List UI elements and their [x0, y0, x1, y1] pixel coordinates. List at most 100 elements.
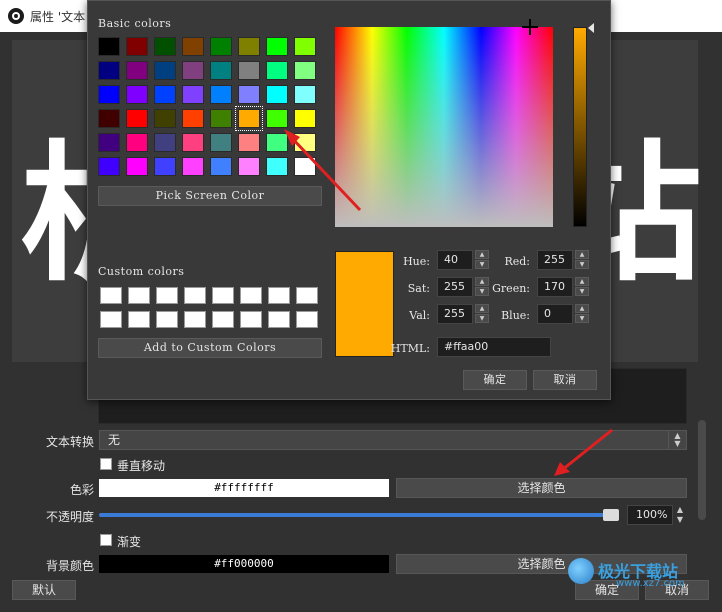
blue-label: Blue: [501, 309, 530, 322]
sat-stepper[interactable]: ▲ ▼ [475, 277, 489, 297]
basic-color-swatch[interactable] [266, 109, 288, 128]
basic-color-swatch[interactable] [294, 61, 316, 80]
custom-color-swatch[interactable] [296, 311, 318, 328]
red-stepper[interactable]: ▲ ▼ [575, 250, 589, 270]
basic-color-swatch[interactable] [294, 157, 316, 176]
basic-color-swatch[interactable] [210, 85, 232, 104]
basic-color-swatch[interactable] [98, 109, 120, 128]
opacity-stepper[interactable]: ▲ ▼ [673, 505, 687, 525]
custom-color-swatch[interactable] [240, 311, 262, 328]
html-input[interactable]: #ffaa00 [437, 337, 551, 357]
sat-input[interactable]: 255 [437, 277, 473, 297]
basic-color-swatch[interactable] [154, 85, 176, 104]
text-transform-select[interactable]: 无 ▲ ▼ [99, 430, 687, 450]
blue-input[interactable]: 0 [537, 304, 573, 324]
custom-color-swatch[interactable] [100, 311, 122, 328]
red-input[interactable]: 255 [537, 250, 573, 270]
basic-color-swatch[interactable] [154, 61, 176, 80]
opacity-slider-track[interactable] [99, 513, 619, 517]
basic-color-swatch[interactable] [210, 157, 232, 176]
defaults-button[interactable]: 默认 [12, 580, 76, 600]
bg-color-label: 背景颜色 [45, 559, 94, 573]
basic-color-swatch[interactable] [294, 85, 316, 104]
basic-color-swatch[interactable] [238, 157, 260, 176]
basic-color-swatch[interactable] [294, 109, 316, 128]
hue-stepper[interactable]: ▲ ▼ [475, 250, 489, 270]
value-slider-arrow-icon[interactable] [588, 23, 594, 33]
basic-color-swatch[interactable] [126, 157, 148, 176]
basic-color-swatch[interactable] [210, 37, 232, 56]
basic-color-swatch[interactable] [182, 61, 204, 80]
basic-color-swatch[interactable] [182, 133, 204, 152]
basic-color-swatch[interactable] [98, 85, 120, 104]
green-input[interactable]: 170 [537, 277, 573, 297]
basic-colors-label: Basic colors [98, 17, 172, 30]
val-input[interactable]: 255 [437, 304, 473, 324]
basic-color-swatch[interactable] [266, 61, 288, 80]
basic-color-swatch[interactable] [235, 106, 263, 131]
custom-color-swatch[interactable] [268, 311, 290, 328]
basic-color-swatch[interactable] [238, 85, 260, 104]
gradient-checkbox[interactable] [100, 534, 112, 546]
basic-color-swatch[interactable] [126, 61, 148, 80]
add-custom-colors-button[interactable]: Add to Custom Colors [98, 338, 322, 358]
basic-color-swatch[interactable] [154, 157, 176, 176]
val-stepper[interactable]: ▲ ▼ [475, 304, 489, 324]
custom-color-swatch[interactable] [184, 287, 206, 304]
basic-color-swatch[interactable] [210, 109, 232, 128]
basic-color-swatch[interactable] [98, 157, 120, 176]
vertical-checkbox[interactable] [100, 458, 112, 470]
basic-color-swatch[interactable] [126, 85, 148, 104]
hue-input[interactable]: 40 [437, 250, 473, 270]
watermark-subtext: www.xz7.com [616, 578, 685, 589]
basic-color-swatch[interactable] [210, 61, 232, 80]
basic-color-swatch[interactable] [98, 133, 120, 152]
custom-color-swatch[interactable] [128, 311, 150, 328]
basic-color-swatch[interactable] [294, 37, 316, 56]
basic-color-swatch[interactable] [126, 133, 148, 152]
basic-color-swatch[interactable] [154, 109, 176, 128]
basic-color-swatch[interactable] [126, 109, 148, 128]
custom-color-swatch[interactable] [296, 287, 318, 304]
basic-color-swatch[interactable] [294, 133, 316, 152]
custom-color-swatch[interactable] [128, 287, 150, 304]
dialog-ok-button[interactable]: 确定 [463, 370, 527, 390]
basic-color-swatch[interactable] [238, 37, 260, 56]
pick-screen-color-button[interactable]: Pick Screen Color [98, 186, 322, 206]
bg-color-value-field: #ff000000 [99, 555, 389, 573]
basic-color-swatch[interactable] [266, 37, 288, 56]
dialog-cancel-button[interactable]: 取消 [533, 370, 597, 390]
custom-color-swatch[interactable] [156, 287, 178, 304]
green-stepper[interactable]: ▲ ▼ [575, 277, 589, 297]
custom-color-swatch[interactable] [268, 287, 290, 304]
custom-color-swatch[interactable] [240, 287, 262, 304]
custom-color-swatch[interactable] [156, 311, 178, 328]
custom-color-swatch[interactable] [212, 287, 234, 304]
pick-color-button[interactable]: 选择颜色 [396, 478, 687, 498]
basic-color-swatch[interactable] [238, 133, 260, 152]
blue-stepper[interactable]: ▲ ▼ [575, 304, 589, 324]
basic-color-swatch[interactable] [182, 109, 204, 128]
properties-scrollbar[interactable] [698, 420, 706, 520]
watermark-logo-icon [568, 558, 594, 584]
basic-color-swatch[interactable] [182, 37, 204, 56]
basic-color-swatch[interactable] [182, 85, 204, 104]
opacity-slider-handle[interactable] [603, 509, 619, 521]
basic-color-swatch[interactable] [266, 85, 288, 104]
basic-color-swatch[interactable] [154, 133, 176, 152]
value-slider[interactable] [573, 27, 587, 227]
basic-color-swatch[interactable] [98, 61, 120, 80]
basic-color-swatch[interactable] [154, 37, 176, 56]
basic-color-swatch[interactable] [182, 157, 204, 176]
basic-color-swatch[interactable] [266, 133, 288, 152]
basic-color-swatch[interactable] [238, 61, 260, 80]
opacity-input[interactable]: 100% [627, 505, 673, 525]
custom-color-swatch[interactable] [100, 287, 122, 304]
basic-color-swatch[interactable] [266, 157, 288, 176]
custom-color-swatch[interactable] [184, 311, 206, 328]
basic-color-swatch[interactable] [98, 37, 120, 56]
custom-color-swatch[interactable] [212, 311, 234, 328]
basic-color-swatch[interactable] [210, 133, 232, 152]
basic-color-swatch[interactable] [126, 37, 148, 56]
hue-saturation-spectrum[interactable] [335, 27, 553, 227]
